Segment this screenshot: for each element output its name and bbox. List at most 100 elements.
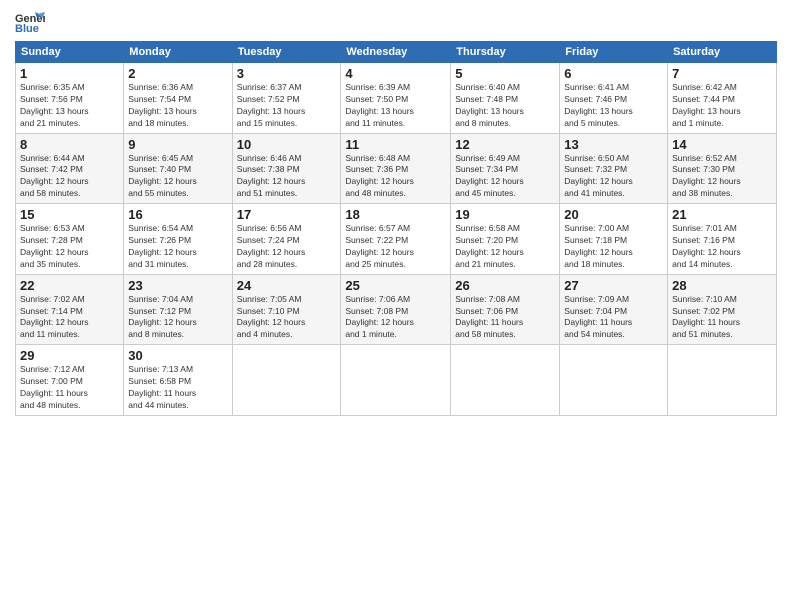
day-info: Sunrise: 6:50 AMSunset: 7:32 PMDaylight:… (564, 153, 663, 201)
day-info: Sunrise: 7:04 AMSunset: 7:12 PMDaylight:… (128, 294, 227, 342)
day-number: 26 (455, 278, 555, 293)
weekday-header-wednesday: Wednesday (341, 42, 451, 63)
calendar-cell: 23Sunrise: 7:04 AMSunset: 7:12 PMDayligh… (124, 274, 232, 345)
day-info: Sunrise: 7:02 AMSunset: 7:14 PMDaylight:… (20, 294, 119, 342)
calendar-cell: 21Sunrise: 7:01 AMSunset: 7:16 PMDayligh… (668, 204, 777, 275)
day-info: Sunrise: 6:37 AMSunset: 7:52 PMDaylight:… (237, 82, 337, 130)
calendar-cell: 14Sunrise: 6:52 AMSunset: 7:30 PMDayligh… (668, 133, 777, 204)
day-info: Sunrise: 6:49 AMSunset: 7:34 PMDaylight:… (455, 153, 555, 201)
day-info: Sunrise: 6:45 AMSunset: 7:40 PMDaylight:… (128, 153, 227, 201)
page-container: General Blue SundayMondayTuesdayWednesda… (0, 0, 792, 426)
day-info: Sunrise: 6:42 AMSunset: 7:44 PMDaylight:… (672, 82, 772, 130)
calendar-cell: 2Sunrise: 6:36 AMSunset: 7:54 PMDaylight… (124, 63, 232, 134)
calendar-cell (232, 345, 341, 416)
day-number: 20 (564, 207, 663, 222)
week-row-5: 29Sunrise: 7:12 AMSunset: 7:00 PMDayligh… (16, 345, 777, 416)
day-info: Sunrise: 6:46 AMSunset: 7:38 PMDaylight:… (237, 153, 337, 201)
calendar-cell: 20Sunrise: 7:00 AMSunset: 7:18 PMDayligh… (560, 204, 668, 275)
day-number: 13 (564, 137, 663, 152)
day-number: 5 (455, 66, 555, 81)
weekday-header-monday: Monday (124, 42, 232, 63)
calendar-table: SundayMondayTuesdayWednesdayThursdayFrid… (15, 41, 777, 416)
day-info: Sunrise: 7:10 AMSunset: 7:02 PMDaylight:… (672, 294, 772, 342)
calendar-cell: 7Sunrise: 6:42 AMSunset: 7:44 PMDaylight… (668, 63, 777, 134)
day-info: Sunrise: 6:56 AMSunset: 7:24 PMDaylight:… (237, 223, 337, 271)
day-info: Sunrise: 7:00 AMSunset: 7:18 PMDaylight:… (564, 223, 663, 271)
calendar-cell: 17Sunrise: 6:56 AMSunset: 7:24 PMDayligh… (232, 204, 341, 275)
day-number: 14 (672, 137, 772, 152)
day-info: Sunrise: 6:35 AMSunset: 7:56 PMDaylight:… (20, 82, 119, 130)
day-number: 17 (237, 207, 337, 222)
day-info: Sunrise: 6:36 AMSunset: 7:54 PMDaylight:… (128, 82, 227, 130)
day-info: Sunrise: 6:39 AMSunset: 7:50 PMDaylight:… (345, 82, 446, 130)
logo: General Blue (15, 10, 45, 35)
calendar-cell: 12Sunrise: 6:49 AMSunset: 7:34 PMDayligh… (451, 133, 560, 204)
week-row-4: 22Sunrise: 7:02 AMSunset: 7:14 PMDayligh… (16, 274, 777, 345)
header: General Blue (15, 10, 777, 35)
day-number: 6 (564, 66, 663, 81)
week-row-3: 15Sunrise: 6:53 AMSunset: 7:28 PMDayligh… (16, 204, 777, 275)
calendar-cell: 16Sunrise: 6:54 AMSunset: 7:26 PMDayligh… (124, 204, 232, 275)
week-row-1: 1Sunrise: 6:35 AMSunset: 7:56 PMDaylight… (16, 63, 777, 134)
svg-text:Blue: Blue (15, 23, 39, 35)
day-info: Sunrise: 6:58 AMSunset: 7:20 PMDaylight:… (455, 223, 555, 271)
weekday-header-row: SundayMondayTuesdayWednesdayThursdayFrid… (16, 42, 777, 63)
day-info: Sunrise: 6:41 AMSunset: 7:46 PMDaylight:… (564, 82, 663, 130)
day-number: 18 (345, 207, 446, 222)
day-info: Sunrise: 7:09 AMSunset: 7:04 PMDaylight:… (564, 294, 663, 342)
calendar-cell: 22Sunrise: 7:02 AMSunset: 7:14 PMDayligh… (16, 274, 124, 345)
day-info: Sunrise: 7:05 AMSunset: 7:10 PMDaylight:… (237, 294, 337, 342)
day-number: 11 (345, 137, 446, 152)
calendar-cell: 8Sunrise: 6:44 AMSunset: 7:42 PMDaylight… (16, 133, 124, 204)
day-number: 29 (20, 348, 119, 363)
calendar-cell: 11Sunrise: 6:48 AMSunset: 7:36 PMDayligh… (341, 133, 451, 204)
calendar-cell: 5Sunrise: 6:40 AMSunset: 7:48 PMDaylight… (451, 63, 560, 134)
calendar-cell: 19Sunrise: 6:58 AMSunset: 7:20 PMDayligh… (451, 204, 560, 275)
calendar-cell: 30Sunrise: 7:13 AMSunset: 6:58 PMDayligh… (124, 345, 232, 416)
day-number: 23 (128, 278, 227, 293)
weekday-header-thursday: Thursday (451, 42, 560, 63)
day-number: 30 (128, 348, 227, 363)
day-number: 12 (455, 137, 555, 152)
day-info: Sunrise: 6:48 AMSunset: 7:36 PMDaylight:… (345, 153, 446, 201)
day-info: Sunrise: 7:12 AMSunset: 7:00 PMDaylight:… (20, 364, 119, 412)
day-number: 25 (345, 278, 446, 293)
calendar-cell: 24Sunrise: 7:05 AMSunset: 7:10 PMDayligh… (232, 274, 341, 345)
calendar-cell: 6Sunrise: 6:41 AMSunset: 7:46 PMDaylight… (560, 63, 668, 134)
day-number: 21 (672, 207, 772, 222)
calendar-cell: 4Sunrise: 6:39 AMSunset: 7:50 PMDaylight… (341, 63, 451, 134)
day-number: 9 (128, 137, 227, 152)
day-number: 24 (237, 278, 337, 293)
calendar-cell: 13Sunrise: 6:50 AMSunset: 7:32 PMDayligh… (560, 133, 668, 204)
calendar-cell: 18Sunrise: 6:57 AMSunset: 7:22 PMDayligh… (341, 204, 451, 275)
logo-icon: General Blue (15, 10, 45, 35)
calendar-cell: 28Sunrise: 7:10 AMSunset: 7:02 PMDayligh… (668, 274, 777, 345)
day-number: 4 (345, 66, 446, 81)
calendar-cell: 15Sunrise: 6:53 AMSunset: 7:28 PMDayligh… (16, 204, 124, 275)
day-info: Sunrise: 7:13 AMSunset: 6:58 PMDaylight:… (128, 364, 227, 412)
day-info: Sunrise: 6:52 AMSunset: 7:30 PMDaylight:… (672, 153, 772, 201)
weekday-header-saturday: Saturday (668, 42, 777, 63)
weekday-header-tuesday: Tuesday (232, 42, 341, 63)
weekday-header-friday: Friday (560, 42, 668, 63)
day-number: 15 (20, 207, 119, 222)
calendar-cell (451, 345, 560, 416)
calendar-cell: 26Sunrise: 7:08 AMSunset: 7:06 PMDayligh… (451, 274, 560, 345)
calendar-cell: 9Sunrise: 6:45 AMSunset: 7:40 PMDaylight… (124, 133, 232, 204)
day-number: 1 (20, 66, 119, 81)
day-info: Sunrise: 6:44 AMSunset: 7:42 PMDaylight:… (20, 153, 119, 201)
day-info: Sunrise: 7:01 AMSunset: 7:16 PMDaylight:… (672, 223, 772, 271)
week-row-2: 8Sunrise: 6:44 AMSunset: 7:42 PMDaylight… (16, 133, 777, 204)
day-number: 16 (128, 207, 227, 222)
day-info: Sunrise: 6:57 AMSunset: 7:22 PMDaylight:… (345, 223, 446, 271)
day-number: 7 (672, 66, 772, 81)
day-number: 10 (237, 137, 337, 152)
day-number: 28 (672, 278, 772, 293)
day-number: 2 (128, 66, 227, 81)
calendar-cell: 1Sunrise: 6:35 AMSunset: 7:56 PMDaylight… (16, 63, 124, 134)
day-info: Sunrise: 7:06 AMSunset: 7:08 PMDaylight:… (345, 294, 446, 342)
day-info: Sunrise: 6:54 AMSunset: 7:26 PMDaylight:… (128, 223, 227, 271)
day-number: 22 (20, 278, 119, 293)
day-number: 8 (20, 137, 119, 152)
day-number: 3 (237, 66, 337, 81)
